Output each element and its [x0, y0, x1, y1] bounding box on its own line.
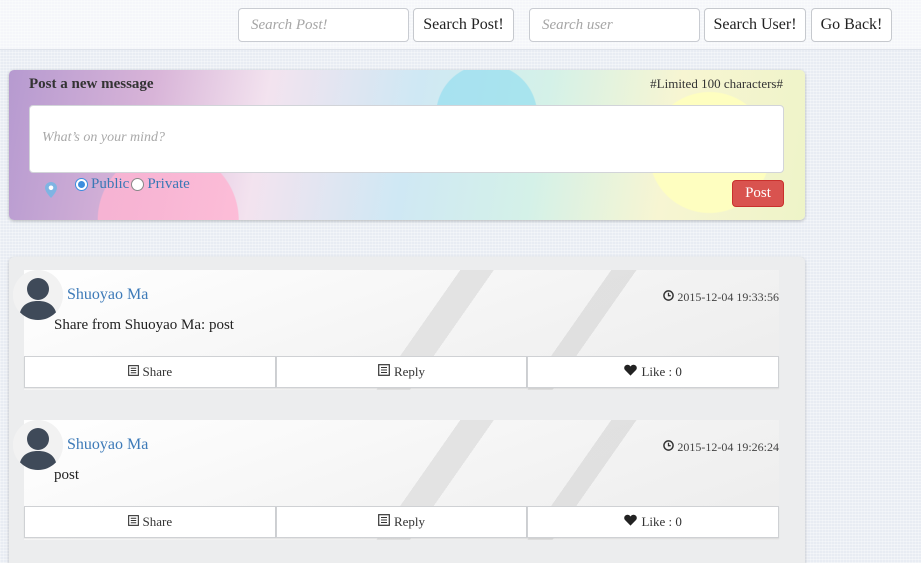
post-card: Shuoyao Ma 2015-12-04 19:26:24 post Shar… [13, 420, 780, 540]
list-icon [127, 514, 139, 530]
top-bar: Search Post! Search User! Go Back! [0, 0, 921, 50]
clock-icon [663, 440, 675, 455]
list-icon [378, 364, 390, 380]
avatar[interactable] [13, 420, 63, 470]
list-icon [127, 364, 139, 380]
share-button[interactable]: Share [24, 356, 276, 388]
heart-icon [624, 364, 638, 380]
character-limit-note: #Limited 100 characters# [650, 76, 783, 91]
share-button[interactable]: Share [24, 506, 276, 538]
like-button[interactable]: Like : 0 [527, 356, 780, 388]
map-marker-icon[interactable] [45, 182, 57, 203]
post-feed: Shuoyao Ma 2015-12-04 19:33:56 Share fro… [9, 257, 805, 563]
post-actions: Share Reply Like : 0 [24, 356, 780, 389]
timestamp-text: 2015-12-04 19:26:24 [677, 440, 779, 454]
reply-label: Reply [393, 364, 426, 379]
share-label: Share [142, 514, 173, 529]
avatar[interactable] [13, 270, 63, 320]
post-author[interactable]: Shuoyao Ma [67, 436, 148, 454]
like-label: Like : 0 [641, 364, 682, 379]
new-post-panel: Post a new message #Limited 100 characte… [9, 70, 805, 220]
search-user-input[interactable] [529, 8, 700, 42]
reply-button[interactable]: Reply [275, 506, 528, 538]
list-icon [378, 514, 390, 530]
post-text: Share from Shuoyao Ma: post [54, 317, 234, 333]
post-timestamp: 2015-12-04 19:33:56 [663, 290, 779, 305]
search-post-button[interactable]: Search Post! [413, 8, 514, 42]
reply-label: Reply [393, 514, 426, 529]
private-label[interactable]: Private [147, 176, 190, 193]
private-radio[interactable] [131, 178, 145, 191]
visibility-radio-group: Public Private [75, 176, 190, 193]
search-user-button[interactable]: Search User! [704, 8, 806, 42]
search-post-input[interactable] [238, 8, 409, 42]
clock-icon [663, 290, 675, 305]
share-label: Share [142, 364, 173, 379]
post-actions: Share Reply Like : 0 [24, 506, 780, 539]
post-text: post [54, 467, 80, 483]
post-author[interactable]: Shuoyao Ma [67, 286, 148, 304]
reply-button[interactable]: Reply [275, 356, 528, 388]
public-radio[interactable] [75, 178, 88, 191]
like-button[interactable]: Like : 0 [527, 506, 780, 538]
public-label[interactable]: Public [91, 176, 129, 193]
heart-icon [624, 514, 638, 530]
post-button[interactable]: Post [732, 180, 784, 207]
post-card: Shuoyao Ma 2015-12-04 19:33:56 Share fro… [13, 270, 780, 390]
go-back-button[interactable]: Go Back! [811, 8, 892, 42]
new-post-title: Post a new message [29, 76, 154, 92]
like-label: Like : 0 [641, 514, 682, 529]
post-timestamp: 2015-12-04 19:26:24 [663, 440, 779, 455]
message-input[interactable] [29, 105, 784, 173]
timestamp-text: 2015-12-04 19:33:56 [677, 290, 779, 304]
